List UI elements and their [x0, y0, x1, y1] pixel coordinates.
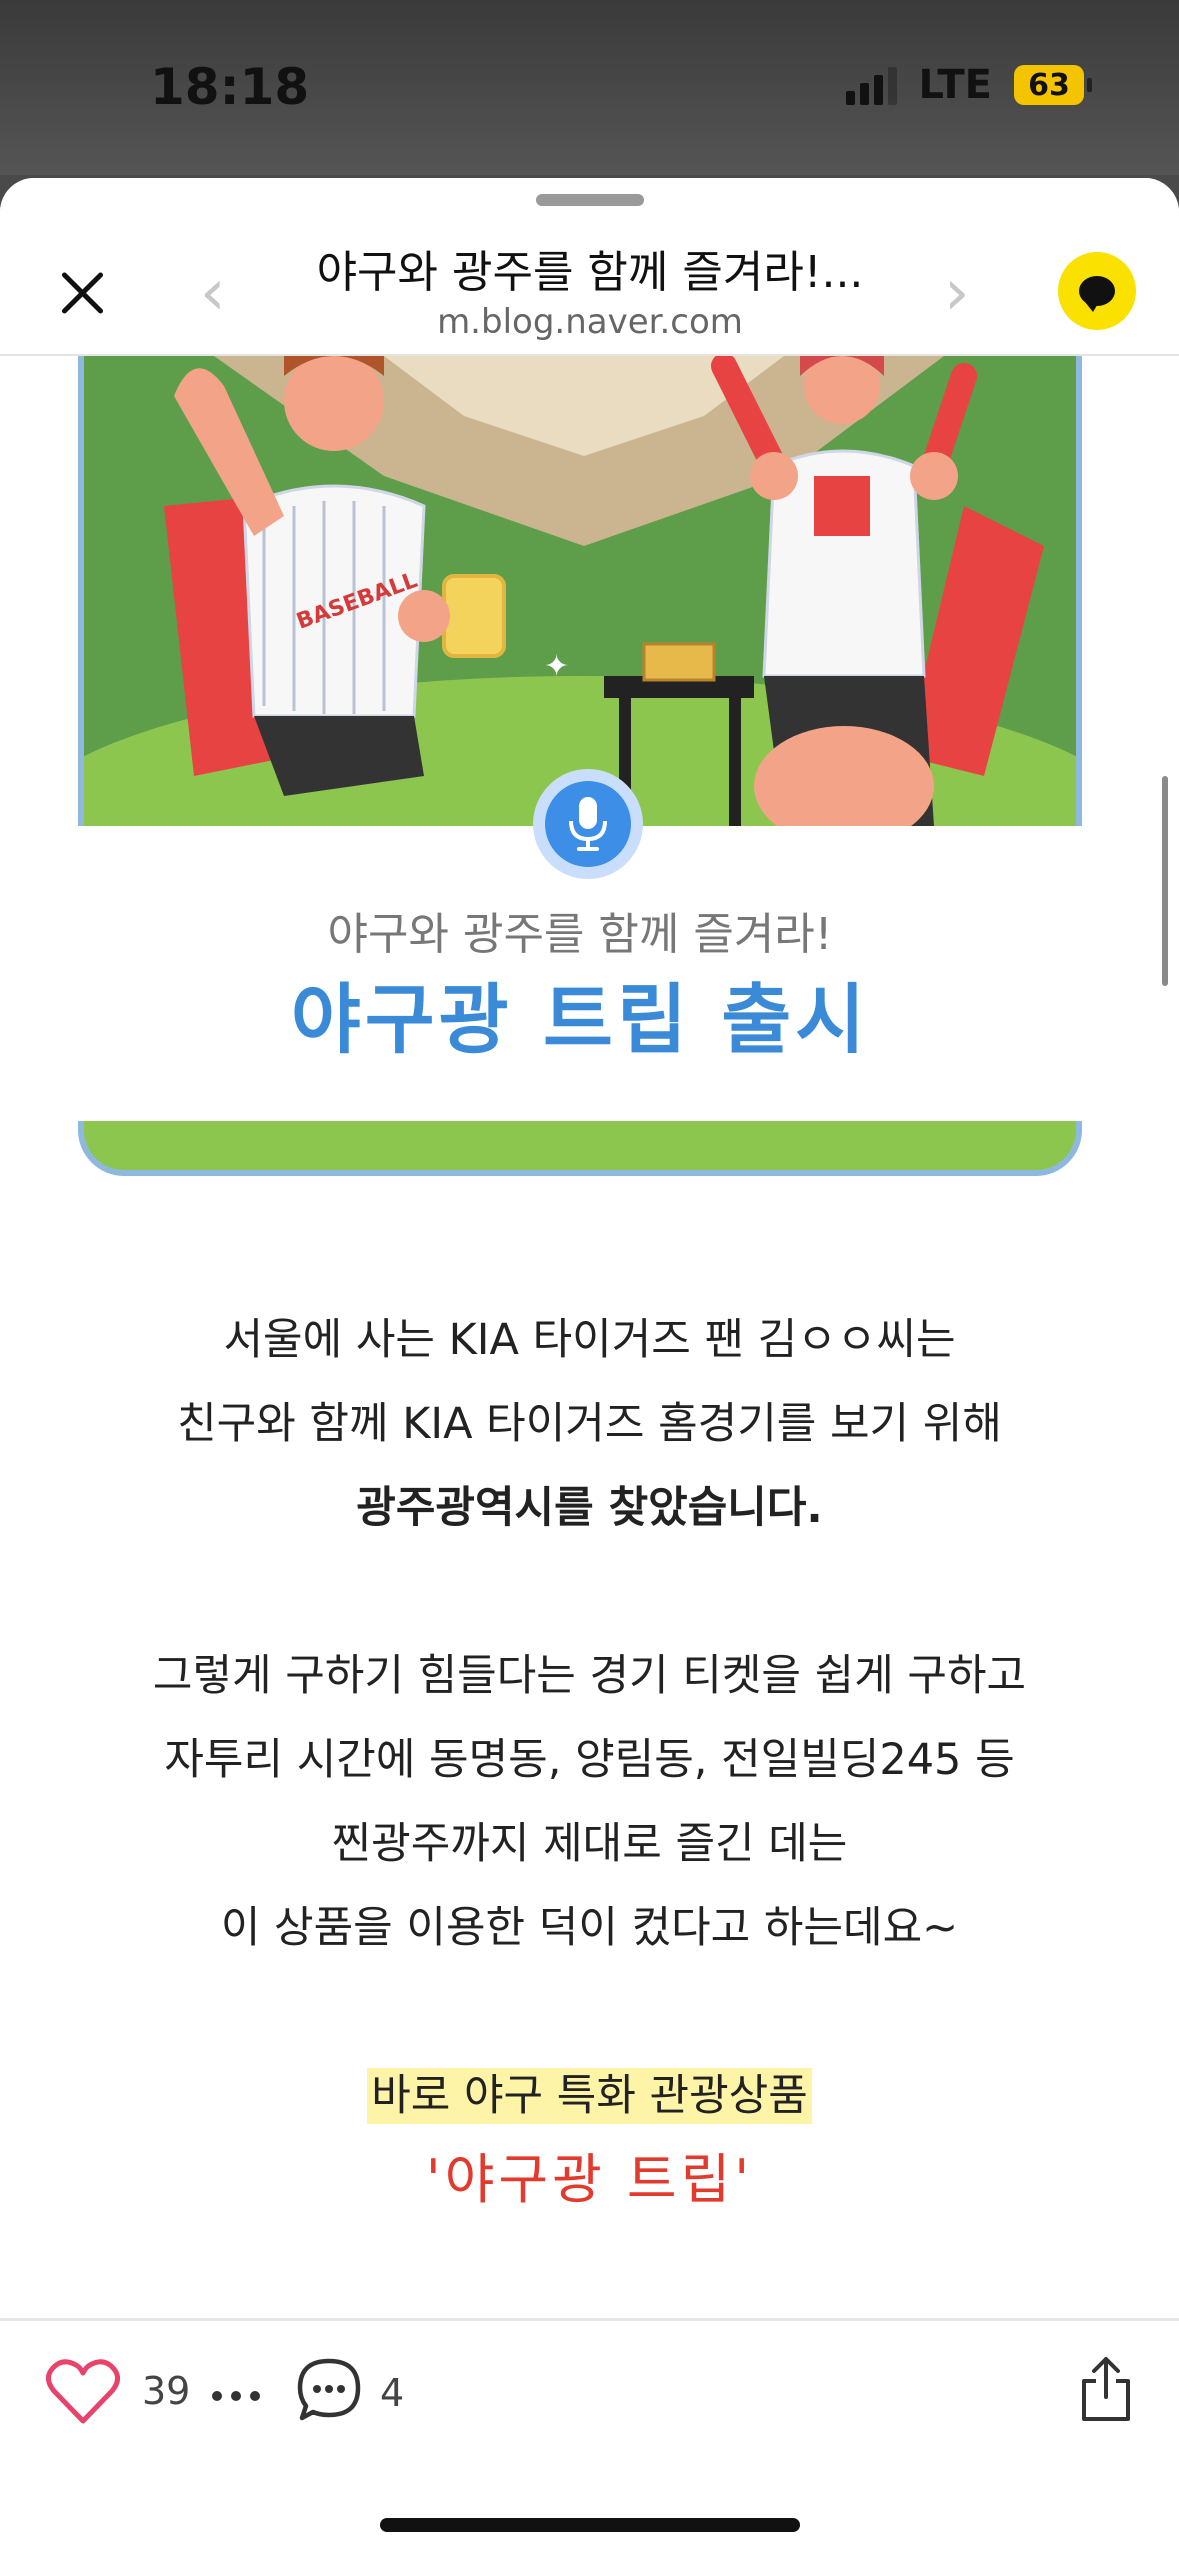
svg-text:✦: ✦: [544, 649, 569, 684]
heart-icon[interactable]: [46, 2357, 120, 2425]
kakaotalk-share-button[interactable]: [1058, 252, 1136, 330]
page-url: m.blog.naver.com: [437, 302, 743, 342]
status-time: 18:18: [150, 58, 310, 116]
product-name: '야구광 트립': [425, 2148, 754, 2211]
like-count: 39: [142, 2369, 191, 2413]
comment-count: 4: [380, 2371, 405, 2415]
sheet-header: ‹ 야구와 광주를 함께 즐겨라!... m.blog.naver.com ›: [0, 178, 1179, 356]
banner-title: 야구광 트립 출시: [290, 975, 870, 1064]
body-line: 광주광역시를 찾았습니다.: [356, 1483, 823, 1533]
body-line: 찐광주까지 제대로 즐긴 데는: [331, 1819, 848, 1869]
banner-subtitle: 야구와 광주를 함께 즐겨라!: [327, 909, 833, 960]
scrollbar[interactable]: [1162, 776, 1168, 986]
comment-icon[interactable]: [296, 2357, 362, 2423]
chevron-right-icon[interactable]: ›: [944, 256, 970, 330]
battery-icon: 63: [1014, 65, 1092, 105]
body-line: 친구와 함께 KIA 타이거즈 홈경기를 보기 위해: [177, 1399, 1002, 1449]
close-button[interactable]: [52, 263, 112, 323]
status-bar: 18:18 LTE 63: [0, 0, 1179, 175]
page-title: 야구와 광주를 함께 즐겨라!...: [316, 247, 864, 298]
sheet-grabber[interactable]: [536, 194, 644, 206]
highlight-text: 바로 야구 특화 관광상품: [367, 2068, 812, 2124]
share-icon[interactable]: [1078, 2355, 1134, 2423]
status-indicators: LTE 63: [845, 62, 1092, 108]
chat-bubble-icon: [1079, 276, 1115, 312]
baseball-illustration: BASEBALL ✦: [84, 356, 1076, 826]
post-body: 서울에 사는 KIA 타이거즈 팬 김ㅇㅇ씨는 친구와 함께 KIA 타이거즈 …: [0, 1298, 1179, 2222]
body-line: 그렇게 구하기 힘들다는 경기 티켓을 쉽게 구하고: [152, 1651, 1027, 1701]
chevron-left-icon[interactable]: ‹: [200, 256, 226, 330]
body-line: 서울에 사는 KIA 타이거즈 팬 김ㅇㅇ씨는: [223, 1315, 956, 1365]
body-line: 자투리 시간에 동명동, 양림동, 전일빌딩245 등: [164, 1735, 1015, 1785]
microphone-icon: [533, 769, 643, 879]
home-indicator[interactable]: [380, 2518, 800, 2532]
body-line: 이 상품을 이용한 덕이 컸다고 하는데요~: [220, 1903, 959, 1953]
more-icon[interactable]: [212, 2391, 260, 2401]
blog-sheet: ‹ 야구와 광주를 함께 즐겨라!... m.blog.naver.com › …: [0, 178, 1179, 2556]
banner-image: BASEBALL ✦ 야구와 광주를 함께 즐겨라! 야구광 트립 출시: [60, 356, 1100, 1176]
signal-icon: [845, 65, 897, 105]
network-label: LTE: [918, 62, 992, 108]
